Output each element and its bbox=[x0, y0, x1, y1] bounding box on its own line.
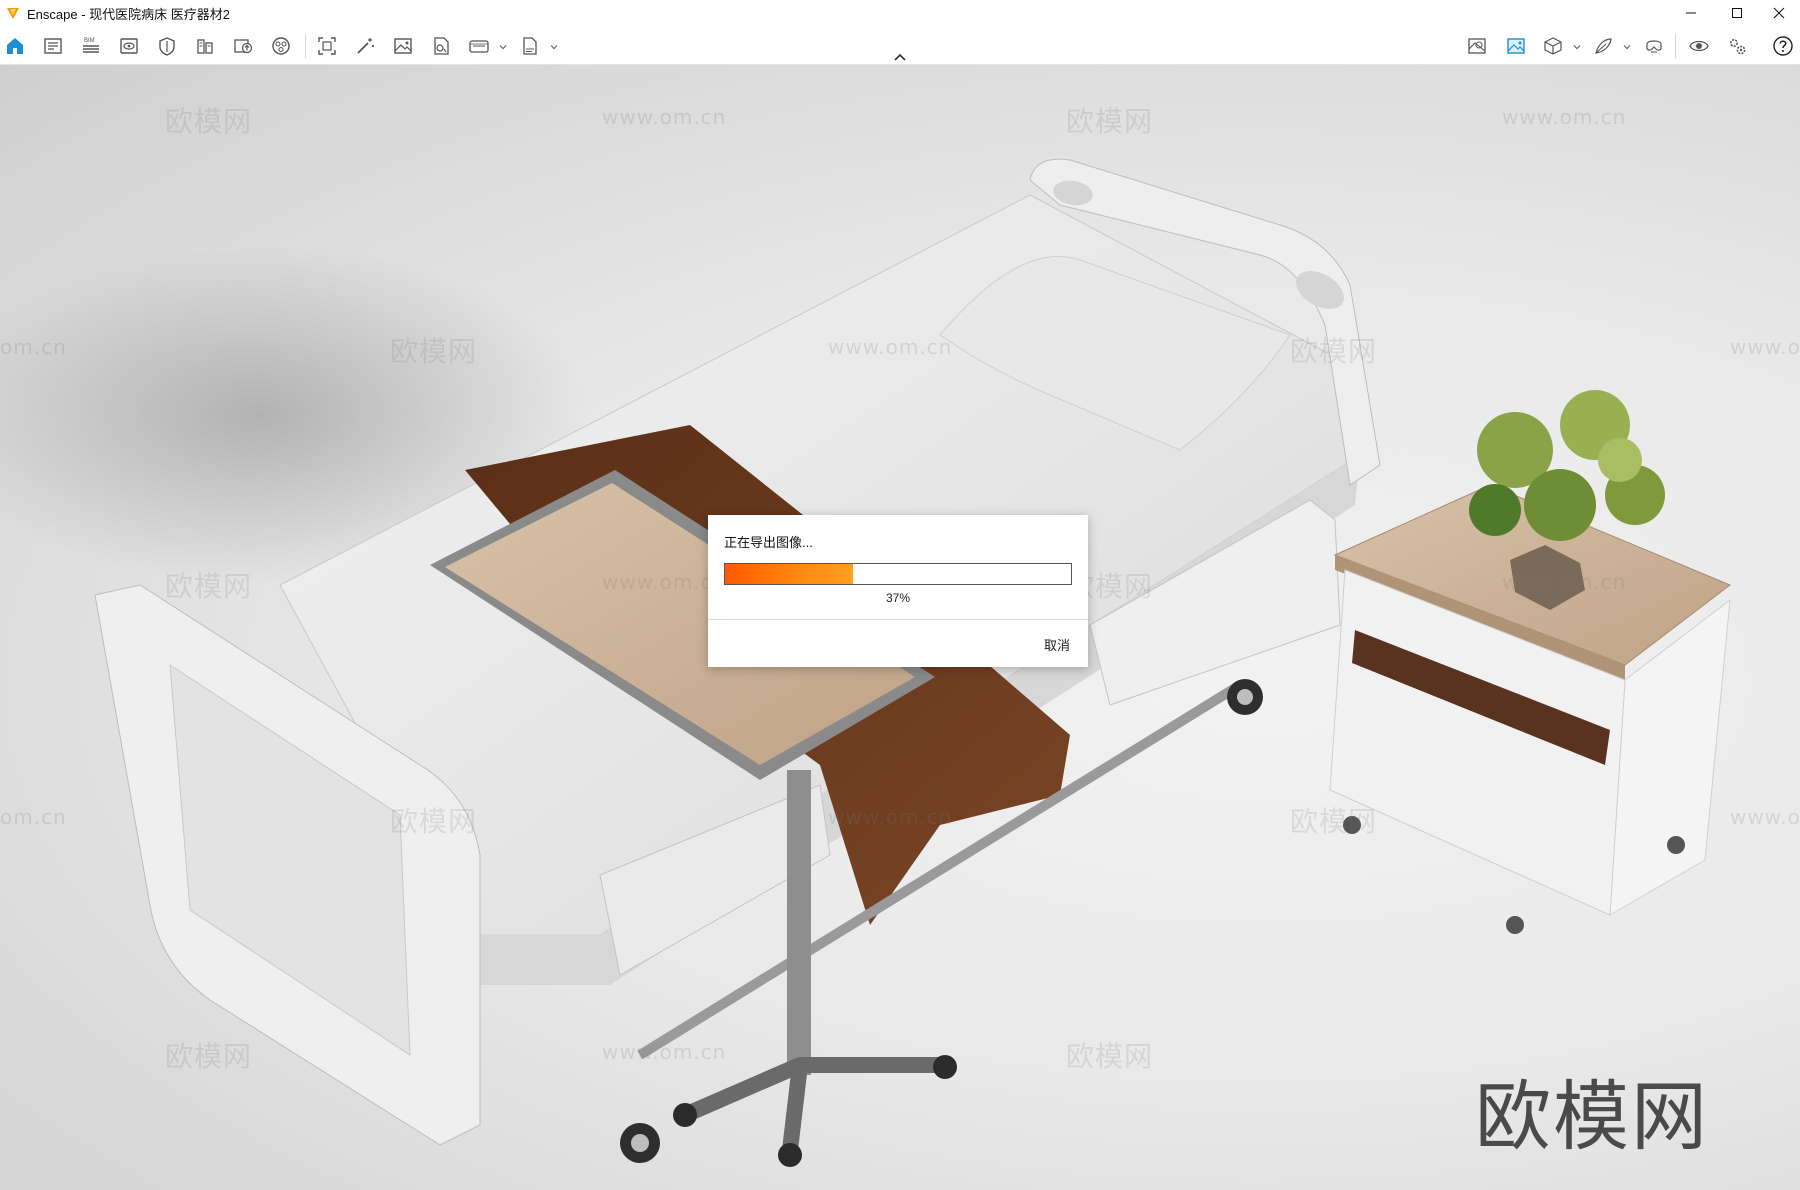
settings-icon bbox=[1730, 39, 1746, 55]
watermark-url: www.om.cn bbox=[1730, 335, 1800, 359]
atmosphere-icon bbox=[272, 37, 290, 55]
home-button[interactable] bbox=[2, 34, 28, 58]
bim-button[interactable]: BIM bbox=[78, 34, 104, 58]
batch-render-icon bbox=[434, 37, 449, 55]
image-view-button[interactable] bbox=[1503, 34, 1529, 58]
close-icon bbox=[1773, 7, 1785, 19]
vr-headset-button[interactable] bbox=[1641, 34, 1667, 58]
chevron-up-icon bbox=[894, 53, 906, 61]
material-icon bbox=[159, 37, 175, 56]
capture-list-button[interactable] bbox=[40, 34, 66, 58]
feather-icon bbox=[1595, 38, 1612, 54]
flower-bouquet bbox=[1469, 390, 1665, 541]
watermark-logo: 欧模网 bbox=[1475, 1072, 1709, 1161]
watermark-url: www.om.cn bbox=[1502, 105, 1627, 129]
panorama-icon bbox=[469, 40, 489, 53]
panorama-button[interactable] bbox=[466, 34, 492, 58]
cancel-button[interactable]: 取消 bbox=[1040, 633, 1074, 656]
close-button[interactable] bbox=[1756, 0, 1800, 26]
cube-icon bbox=[1544, 37, 1562, 55]
home-icon bbox=[7, 38, 23, 54]
watermark-url: www.om.cn bbox=[1502, 570, 1627, 594]
wand-button[interactable] bbox=[352, 34, 378, 58]
watermark-brand: 欧模网 bbox=[1290, 335, 1378, 368]
nightstand bbox=[1329, 390, 1731, 934]
feather-dropdown[interactable] bbox=[1622, 39, 1632, 51]
chevron-down-icon bbox=[499, 45, 507, 50]
title-bar: Enscape - 现代医院病床 医疗器材2 bbox=[0, 0, 1800, 26]
asset-library-icon bbox=[197, 39, 213, 54]
screenshot-button[interactable] bbox=[314, 34, 340, 58]
minimize-button[interactable] bbox=[1668, 0, 1714, 26]
cube-button[interactable] bbox=[1540, 34, 1566, 58]
watermark-url: www.om.cn bbox=[602, 105, 727, 129]
watermark-brand: 欧模网 bbox=[390, 335, 478, 368]
watermark-brand: 欧模网 bbox=[165, 1040, 253, 1073]
visibility-button[interactable] bbox=[1686, 34, 1712, 58]
progress-fill bbox=[725, 564, 854, 584]
bim-icon: BIM bbox=[83, 38, 99, 53]
collapse-toolbar-button[interactable] bbox=[892, 50, 908, 62]
watermark-brand: 欧模网 bbox=[390, 805, 478, 838]
export-file-icon bbox=[523, 37, 537, 55]
material-button[interactable] bbox=[154, 34, 180, 58]
watermark-brand: 欧模网 bbox=[165, 105, 253, 138]
watermark-url: om.cn bbox=[0, 335, 67, 359]
enscape-logo-icon bbox=[7, 8, 19, 19]
watermark-url: www.om.cn bbox=[602, 1040, 727, 1064]
watermark-brand: 欧模网 bbox=[1290, 805, 1378, 838]
atmosphere-button[interactable] bbox=[268, 34, 294, 58]
image-view-icon bbox=[1507, 38, 1525, 54]
maximize-button[interactable] bbox=[1714, 0, 1760, 26]
feather-button[interactable] bbox=[1590, 34, 1616, 58]
upload-button[interactable] bbox=[230, 34, 256, 58]
minimap-icon bbox=[1468, 38, 1486, 54]
help-icon bbox=[1773, 36, 1793, 56]
export-progress-dialog: 正在导出图像... 37% 取消 bbox=[708, 515, 1088, 667]
asset-library-button[interactable] bbox=[192, 34, 218, 58]
upload-icon bbox=[234, 39, 253, 54]
window-title: Enscape - 现代医院病床 医疗器材2 bbox=[27, 6, 230, 22]
settings-button[interactable] bbox=[1724, 34, 1750, 58]
view-icon bbox=[120, 38, 138, 54]
cube-dropdown[interactable] bbox=[1572, 39, 1582, 51]
dialog-divider bbox=[708, 619, 1088, 620]
wand-icon bbox=[357, 38, 374, 54]
watermark-url: om.cn bbox=[0, 805, 67, 829]
image-button[interactable] bbox=[390, 34, 416, 58]
image-icon bbox=[394, 38, 412, 54]
minimap-button[interactable] bbox=[1464, 34, 1490, 58]
toolbar-separator bbox=[305, 34, 306, 58]
watermark-brand: 欧模网 bbox=[165, 570, 253, 603]
watermark-url: www.om.cn bbox=[1730, 805, 1800, 829]
capture-list-icon bbox=[44, 38, 62, 54]
chevron-down-icon bbox=[550, 45, 558, 50]
progress-percent: 37% bbox=[885, 591, 911, 605]
bim-label: BIM bbox=[84, 38, 95, 44]
export-dropdown[interactable] bbox=[549, 39, 559, 51]
watermark-brand: 欧模网 bbox=[1066, 1040, 1154, 1073]
minimize-icon bbox=[1686, 12, 1696, 14]
vr-headset-icon bbox=[1646, 40, 1662, 53]
toolbar-separator bbox=[1675, 34, 1676, 58]
eye-icon bbox=[1689, 40, 1709, 52]
screenshot-icon bbox=[318, 37, 336, 55]
dialog-title: 正在导出图像... bbox=[724, 535, 813, 550]
panorama-dropdown[interactable] bbox=[498, 39, 508, 51]
watermark-brand: 欧模网 bbox=[1066, 105, 1154, 138]
chevron-down-icon bbox=[1573, 45, 1581, 50]
maximize-icon bbox=[1732, 8, 1742, 18]
watermark-url: www.om.cn bbox=[828, 805, 953, 829]
export-file-button[interactable] bbox=[517, 34, 543, 58]
view-button[interactable] bbox=[116, 34, 142, 58]
help-button[interactable] bbox=[1770, 34, 1796, 58]
watermark-url: www.om.cn bbox=[828, 335, 953, 359]
export-progress-bar bbox=[724, 563, 1072, 585]
batch-render-button[interactable] bbox=[428, 34, 454, 58]
chevron-down-icon bbox=[1623, 45, 1631, 50]
